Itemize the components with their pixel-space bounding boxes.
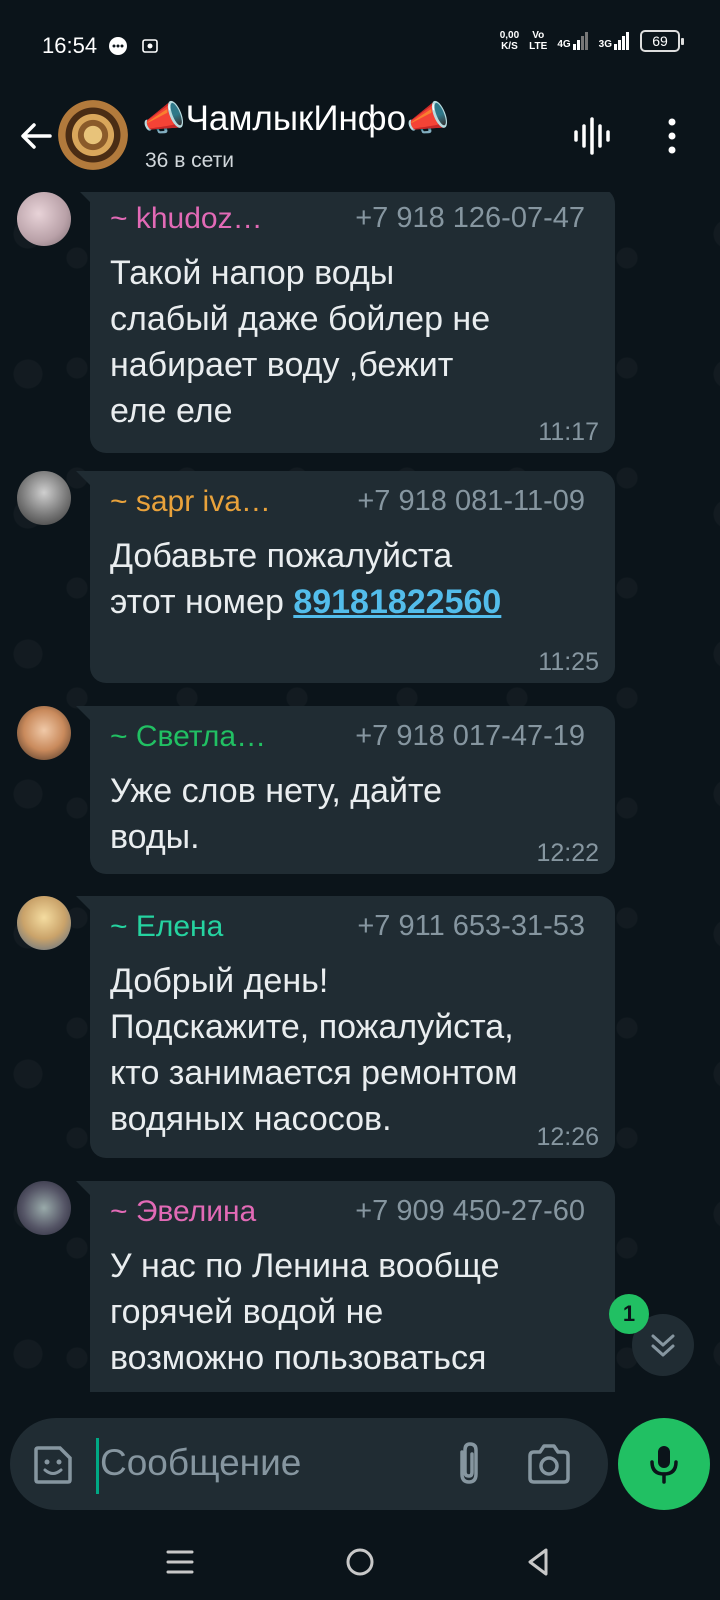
screenshot-notification-icon bbox=[142, 39, 158, 53]
sender-phone[interactable]: +7 918 081-11-09 bbox=[357, 485, 585, 518]
volte-indicator: Vo LTE bbox=[529, 30, 547, 52]
nav-home-icon[interactable] bbox=[340, 1542, 380, 1582]
signal-bars-icon bbox=[572, 32, 588, 50]
message-time: 11:25 bbox=[538, 648, 599, 676]
sender-avatar[interactable] bbox=[17, 896, 71, 950]
attach-icon[interactable] bbox=[448, 1440, 488, 1488]
message-time: 12:22 bbox=[536, 839, 599, 867]
voice-chat-icon[interactable] bbox=[570, 114, 614, 158]
message-text: Добавьте пожалуйста этот номер 891818225… bbox=[110, 533, 600, 625]
sender-phone[interactable]: +7 911 653-31-53 bbox=[357, 910, 585, 943]
chat-header: 📣ЧамлыкИнфо📣 36 в сети bbox=[0, 92, 720, 192]
sender-name[interactable]: ~ sapr iva… bbox=[110, 485, 271, 519]
nav-menu-icon[interactable] bbox=[160, 1542, 200, 1582]
signal-1: 4G bbox=[557, 32, 588, 50]
more-vert-icon[interactable] bbox=[660, 114, 684, 158]
sender-name[interactable]: ~ Елена bbox=[110, 910, 223, 944]
group-avatar[interactable] bbox=[58, 100, 128, 170]
net-speed-value: 0,00 bbox=[499, 30, 520, 41]
sender-name[interactable]: ~ Эвелина bbox=[110, 1195, 256, 1229]
sender-name[interactable]: ~ Светла… bbox=[110, 720, 266, 754]
battery-icon: 69 bbox=[640, 30, 684, 52]
message-list[interactable]: ~ khudoz… +7 918 126-07-47 Такой напор в… bbox=[0, 192, 720, 1392]
sender-avatar[interactable] bbox=[17, 471, 71, 525]
nav-back-icon[interactable] bbox=[518, 1542, 558, 1582]
mic-button[interactable] bbox=[618, 1418, 710, 1510]
message-text: Такой напор воды слабый даже бойлер не н… bbox=[110, 254, 491, 430]
signal-2: 3G bbox=[599, 32, 630, 50]
status-indicators: 0,00 K/S Vo LTE 4G 3G 69 bbox=[500, 30, 684, 52]
sender-phone[interactable]: +7 918 017-47-19 bbox=[355, 720, 585, 753]
sender-avatar[interactable] bbox=[17, 706, 71, 760]
signal-bars-icon bbox=[614, 32, 629, 50]
status-bar: 16:54 0,00 K/S Vo LTE 4G 3G 69 bbox=[0, 0, 720, 92]
chat-notification-icon bbox=[109, 37, 127, 55]
text-cursor bbox=[96, 1438, 99, 1494]
network-type-2: 3G bbox=[598, 39, 612, 50]
system-nav-bar bbox=[0, 1520, 720, 1600]
phone-link[interactable]: 89181822560 bbox=[293, 583, 501, 621]
message-bubble[interactable]: ~ Елена +7 911 653-31-53 Добрый день! По… bbox=[76, 896, 615, 1158]
unread-badge[interactable]: 1 bbox=[609, 1294, 649, 1334]
network-type-1: 4G bbox=[557, 39, 571, 50]
net-speed-unit: K/S bbox=[501, 41, 518, 52]
back-arrow-icon[interactable] bbox=[16, 116, 56, 156]
message-input[interactable]: Сообщение bbox=[100, 1442, 301, 1484]
message-time: 12:26 bbox=[536, 1123, 599, 1151]
message-text: У нас по Ленина вообще горячей водой не … bbox=[110, 1247, 500, 1377]
sender-name[interactable]: ~ khudoz… bbox=[110, 202, 263, 236]
mic-icon bbox=[650, 1446, 678, 1484]
composer[interactable]: Сообщение bbox=[10, 1418, 608, 1510]
sender-phone[interactable]: +7 918 126-07-47 bbox=[355, 202, 585, 235]
message-bubble[interactable]: ~ sapr iva… +7 918 081-11-09 Добавьте по… bbox=[76, 471, 615, 683]
volte-bottom: LTE bbox=[529, 41, 548, 52]
message-time: 11:17 bbox=[538, 418, 599, 446]
sender-avatar[interactable] bbox=[17, 1181, 71, 1235]
message-bubble[interactable]: ~ Светла… +7 918 017-47-19 Уже слов нету… bbox=[76, 706, 615, 874]
sender-avatar[interactable] bbox=[17, 192, 71, 246]
message-bubble[interactable]: ~ Эвелина +7 909 450-27-60 У нас по Лени… bbox=[76, 1181, 615, 1392]
sticker-icon[interactable] bbox=[30, 1442, 76, 1488]
camera-icon[interactable] bbox=[526, 1442, 572, 1486]
online-count: 36 в сети bbox=[145, 149, 235, 172]
message-bubble[interactable]: ~ khudoz… +7 918 126-07-47 Такой напор в… bbox=[76, 192, 615, 453]
sender-phone[interactable]: +7 909 450-27-60 bbox=[355, 1195, 585, 1228]
message-text: Уже слов нету, дайте воды. bbox=[110, 772, 443, 856]
volte-top: Vo bbox=[532, 30, 545, 41]
net-speed: 0,00 K/S bbox=[500, 30, 519, 52]
group-title[interactable]: 📣ЧамлыкИнфо📣 bbox=[142, 98, 450, 139]
message-text: Добрый день! Подскажите, пожалуйста, кто… bbox=[110, 962, 518, 1138]
